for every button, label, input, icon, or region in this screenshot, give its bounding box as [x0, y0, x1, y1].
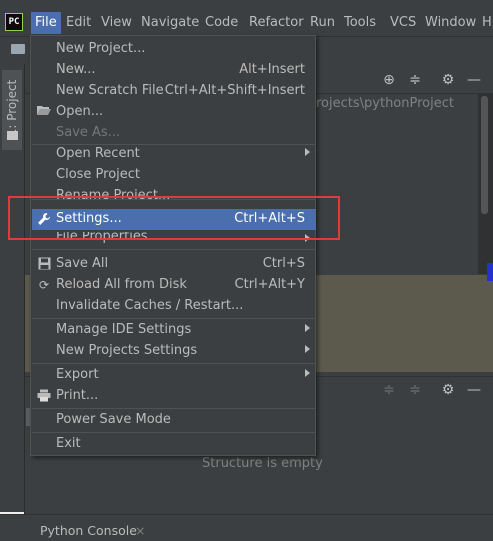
menu-run[interactable]: Run — [306, 12, 339, 34]
menu-separator — [32, 408, 316, 409]
menu-item-new-scratch-file[interactable]: New Scratch File Ctrl+Alt+Shift+Insert — [32, 81, 316, 102]
menu-item-label: Manage IDE Settings — [56, 322, 192, 337]
submenu-arrow-icon — [305, 148, 310, 156]
left-bottom-stripe — [0, 440, 24, 514]
menu-item-open[interactable]: Open... — [32, 102, 316, 123]
menu-item-close-project[interactable]: Close Project — [32, 165, 316, 186]
menu-separator — [32, 363, 316, 364]
scrollbar-thumb[interactable] — [481, 96, 488, 214]
highlight-annotation-box — [8, 196, 340, 240]
open-folder-icon — [36, 105, 52, 120]
menu-item-label: New Scratch File — [56, 83, 164, 98]
menu-help[interactable]: H — [478, 12, 493, 34]
pycharm-logo-icon: PC — [5, 13, 23, 31]
gear-icon[interactable]: ⚙ — [440, 382, 456, 398]
menu-item-exit[interactable]: Exit — [32, 434, 316, 455]
menu-item-shortcut: Alt+Insert — [239, 62, 305, 77]
collapse-all-icon[interactable]: ≑ — [407, 382, 423, 398]
menu-item-save-all[interactable]: Save All Ctrl+S — [32, 254, 316, 275]
menu-item-label: Power Save Mode — [56, 412, 171, 427]
menu-item-label: Close Project — [56, 167, 141, 182]
menu-tools[interactable]: Tools — [340, 12, 380, 34]
close-icon[interactable]: × — [135, 523, 145, 538]
menu-separator — [32, 432, 316, 433]
menu-item-shortcut: Ctrl+Alt+Y — [234, 277, 305, 292]
menu-navigate[interactable]: Navigate — [137, 12, 203, 34]
submenu-arrow-icon — [305, 369, 310, 377]
menu-code[interactable]: Code — [201, 12, 242, 34]
menu-file[interactable]: File — [31, 12, 61, 34]
menu-refactor[interactable]: Refactor — [245, 12, 308, 34]
menu-item-new-projects-settings[interactable]: New Projects Settings — [32, 341, 316, 362]
menu-item-export[interactable]: Export — [32, 365, 316, 386]
folder-icon — [7, 131, 18, 140]
menu-item-manage-ide-settings[interactable]: Manage IDE Settings — [32, 320, 316, 341]
menu-item-power-save-mode[interactable]: Power Save Mode — [32, 410, 316, 431]
menu-item-label: Open... — [56, 104, 104, 119]
menu-item-new[interactable]: New... Alt+Insert — [32, 60, 316, 81]
collapse-all-icon[interactable]: ≑ — [407, 72, 423, 88]
menu-item-open-recent[interactable]: Open Recent — [32, 144, 316, 165]
menu-separator — [32, 318, 316, 319]
menu-item-label: New... — [56, 62, 96, 77]
menu-item-shortcut: Ctrl+S — [262, 256, 305, 271]
minimize-icon[interactable]: — — [466, 72, 482, 88]
printer-icon — [36, 389, 52, 404]
menu-item-label: Exit — [56, 436, 81, 451]
menu-item-label: Export — [56, 367, 99, 382]
menu-item-label: Print... — [56, 388, 99, 403]
menu-item-label: Invalidate Caches / Restart... — [56, 298, 244, 313]
menu-separator — [32, 249, 316, 250]
menu-item-label: New Projects Settings — [56, 343, 198, 358]
file-menu: New Project... New... Alt+Insert New Scr… — [30, 35, 316, 456]
menu-item-label: New Project... — [56, 41, 146, 56]
project-path: rojects\pythonProject — [316, 96, 454, 111]
save-icon — [36, 257, 52, 272]
menu-window[interactable]: Window — [421, 12, 480, 34]
menu-item-new-project[interactable]: New Project... — [32, 39, 316, 60]
menu-item-reload-all[interactable]: ⟳ Reload All from Disk Ctrl+Alt+Y — [32, 275, 316, 296]
menu-item-shortcut: Ctrl+Alt+Shift+Insert — [164, 83, 305, 98]
menu-edit[interactable]: Edit — [62, 12, 95, 34]
expand-all-icon[interactable]: ≑ — [381, 382, 397, 398]
minimize-icon[interactable]: — — [466, 382, 482, 398]
folder-icon[interactable] — [11, 44, 25, 54]
submenu-arrow-icon — [305, 345, 310, 353]
menu-item-label: Save All — [56, 256, 109, 271]
menu-view[interactable]: View — [97, 12, 136, 34]
refresh-icon: ⟳ — [38, 278, 50, 292]
menu-item-print[interactable]: Print... — [32, 386, 316, 407]
submenu-arrow-icon — [305, 324, 310, 332]
scroll-marker — [487, 263, 493, 281]
menu-item-save-as[interactable]: Save As... — [32, 123, 316, 144]
locate-icon[interactable]: ⊕ — [381, 72, 397, 88]
menu-item-invalidate-caches[interactable]: Invalidate Caches / Restart... — [32, 296, 316, 317]
menu-vcs[interactable]: VCS — [386, 12, 420, 34]
gear-icon[interactable]: ⚙ — [440, 72, 456, 88]
python-console-tab[interactable]: Python Console — [40, 523, 137, 538]
structure-empty-text: Structure is empty — [202, 456, 323, 471]
menu-item-label: Reload All from Disk — [56, 277, 187, 292]
menu-item-label: Save As... — [56, 125, 121, 140]
menu-item-label: Open Recent — [56, 146, 140, 161]
